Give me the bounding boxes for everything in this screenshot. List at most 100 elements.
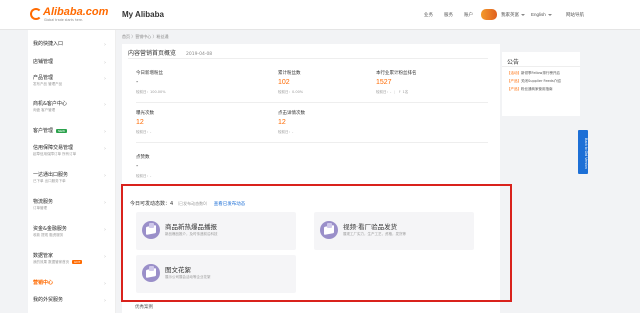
- sidebar-item-label: 资金&金融服务: [33, 226, 67, 232]
- back-to-old-version-button[interactable]: Back to Old Version: [578, 130, 588, 174]
- notice-panel: 公告 【活动】新领季Fellow排行榜开启 【产品】关闭Supplier Fee…: [502, 52, 580, 116]
- metric-likes: 点赞数 - 较前日：-: [136, 154, 256, 184]
- metric-value: 12: [278, 119, 286, 126]
- metric-impressions: 曝光次数 12 较前日：-: [136, 110, 256, 140]
- chevron-right-icon: ›: [104, 200, 106, 206]
- sidebar-item-sub[interactable]: 起草信用保障订单 所有订单: [33, 152, 76, 157]
- divider: [136, 102, 488, 103]
- chevron-right-icon: ›: [104, 281, 106, 287]
- notice-item[interactable]: 【产品】粉丝通商家使用指南: [507, 87, 579, 92]
- metric-new-fans: 今日新增粉丝 - 较前日：100.00%: [136, 70, 256, 100]
- chevron-right-icon: ›: [104, 298, 106, 304]
- chevron-right-icon: ›: [104, 129, 106, 135]
- metric-compare-text: 较前日：-: [376, 90, 392, 94]
- sidebar-item-label: 我的快捷入口: [33, 41, 64, 47]
- chevron-down-icon: [547, 13, 552, 16]
- language-selector[interactable]: English: [531, 12, 552, 17]
- sidebar-item-label: 商机&客户中心: [33, 101, 67, 107]
- sidebar-item-label: 产品管理: [33, 75, 54, 81]
- new-badge: NEW: [56, 128, 68, 133]
- metric-label: 累计粉丝数: [278, 71, 301, 76]
- sidebar-item-label: 我的外贸服务: [33, 297, 64, 303]
- site-nav-link[interactable]: 网站导航: [566, 12, 584, 18]
- divider: [136, 142, 488, 143]
- notice-tag: 【产品】: [507, 79, 521, 83]
- chevron-right-icon: ›: [104, 146, 106, 152]
- sidebar-item-sub[interactable]: 发布产品 管理产品: [33, 82, 62, 87]
- notice-text: 关闭Supplier Feeds介绍: [521, 79, 561, 83]
- sidebar-item-sub[interactable]: 我的效果 数据管家首页 HOT: [33, 260, 83, 265]
- metric-value: 102: [278, 79, 290, 86]
- notice-text: 粉丝通商家使用指南: [521, 87, 553, 91]
- page-title: 内容营销首页概览 2019-04-08: [128, 48, 212, 57]
- chevron-right-icon: ›: [104, 173, 106, 179]
- chevron-down-icon: [521, 13, 525, 16]
- user-name: 我家英富: [501, 13, 519, 18]
- sidebar-item-sub[interactable]: 询盘 客户管理: [33, 108, 55, 113]
- hot-badge: HOT: [72, 260, 83, 264]
- metric-value: -: [136, 79, 139, 86]
- sidebar-item-label: 信用保障交易管理: [33, 145, 74, 151]
- metric-label: 点击详情次数: [278, 111, 305, 116]
- notice-title: 公告: [507, 59, 520, 66]
- notice-text: 新领季Fellow排行榜开启: [521, 71, 560, 75]
- metric-compare: 较前日：-: [136, 174, 152, 178]
- chevron-right-icon: ›: [104, 60, 106, 66]
- notice-item[interactable]: 【活动】新领季Fellow排行榜开启: [507, 71, 579, 76]
- notice-item[interactable]: 【产品】关闭Supplier Feeds介绍: [507, 79, 579, 84]
- sidebar-item-sub[interactable]: 收款 提现 融资服务: [33, 233, 63, 238]
- sidebar-item-label: 一达通出口服务: [33, 172, 69, 178]
- sidebar-item-label: 客户管理 NEW: [33, 127, 68, 134]
- chevron-right-icon: ›: [104, 42, 106, 48]
- metric-label: 今日新增粉丝: [136, 71, 163, 76]
- sidebar-item-label: 店铺管理: [33, 59, 54, 65]
- metric-value: -: [136, 163, 139, 170]
- metric-rank-change: ↑ 1名: [398, 90, 409, 94]
- top-nav-links: 业务 服务 账户: [424, 12, 473, 18]
- chevron-right-icon: ›: [104, 102, 106, 108]
- alibaba-logo[interactable]: Alibaba.com Global trade starts here.: [30, 6, 109, 25]
- sidebar-item-label: 营销中心: [33, 280, 54, 286]
- logo-text: Alibaba.com: [43, 6, 109, 18]
- metric-compare: 较前日：100.00%: [136, 90, 166, 94]
- nav-link-account[interactable]: 账户: [464, 12, 473, 18]
- sidebar-item-sub-text: 我的效果 数据管家首页: [33, 260, 70, 264]
- divider: [128, 58, 488, 59]
- metric-compare: 较前日：- | ↑ 1名: [376, 90, 408, 95]
- metric-compare: 较前日：-: [278, 130, 294, 134]
- metric-value: 12: [136, 119, 144, 126]
- notice-tag: 【产品】: [507, 87, 521, 91]
- sidebar-item-text: 客户管理: [33, 128, 54, 134]
- metric-compare: 较前日：0.00%: [278, 90, 304, 94]
- notice-tag: 【活动】: [507, 71, 521, 75]
- sidebar-item-label: 数据管家: [33, 253, 54, 259]
- metric-label: 曝光次数: [136, 111, 154, 116]
- overview-title: 内容营销首页概览: [128, 50, 177, 57]
- separator: |: [394, 90, 396, 94]
- chevron-right-icon: ›: [104, 76, 106, 82]
- chevron-right-icon: ›: [104, 227, 106, 233]
- metric-value: 1527: [376, 79, 392, 86]
- user-menu[interactable]: 我家英富: [501, 12, 525, 18]
- metric-industry-rank: 本行业累计粉丝排名 1527 较前日：- | ↑ 1名: [376, 70, 496, 100]
- sidebar-item-sub[interactable]: 已下单 出口服务下单: [33, 179, 66, 184]
- sidebar-item-label: 物流服务: [33, 199, 54, 205]
- user-avatar[interactable]: [481, 9, 497, 20]
- nav-link-business[interactable]: 业务: [424, 12, 433, 18]
- showcase-cases-label[interactable]: 优秀案例: [135, 304, 153, 310]
- metric-label: 点赞数: [136, 155, 150, 160]
- breadcrumb[interactable]: 首页 〉营销中心 〉粉丝通: [122, 34, 169, 40]
- sidebar: 我的快捷入口 › 店铺管理 › 产品管理 发布产品 管理产品 › 商机&客户中心…: [28, 30, 116, 313]
- highlight-box: [121, 184, 512, 302]
- language-label: English: [531, 12, 546, 17]
- sidebar-item-sub[interactable]: 订单管理: [33, 206, 47, 211]
- metric-compare: 较前日：-: [136, 130, 152, 134]
- top-bar: Alibaba.com Global trade starts here. My…: [0, 0, 640, 30]
- metric-label: 本行业累计粉丝排名: [376, 71, 417, 76]
- chevron-right-icon: ›: [104, 254, 106, 260]
- logo-subtitle: Global trade starts here.: [44, 18, 83, 22]
- metric-detail-clicks: 点击详情次数 12 较前日：-: [278, 110, 398, 140]
- divider: [502, 66, 580, 67]
- nav-link-service[interactable]: 服务: [444, 12, 453, 18]
- app-title[interactable]: My Alibaba: [122, 10, 164, 19]
